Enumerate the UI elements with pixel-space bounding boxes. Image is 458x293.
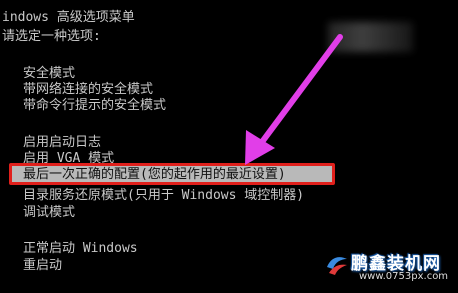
watermark: 鹏鑫装机网 www.0753px.com [325,249,450,289]
brand-logo-icon [327,257,347,275]
boot-options-screen: indows 高级选项菜单 请选定一种选项: 安全模式 带网络连接的安全模式 带… [0,0,458,293]
watermark-url: www.0753px.com [359,271,449,282]
